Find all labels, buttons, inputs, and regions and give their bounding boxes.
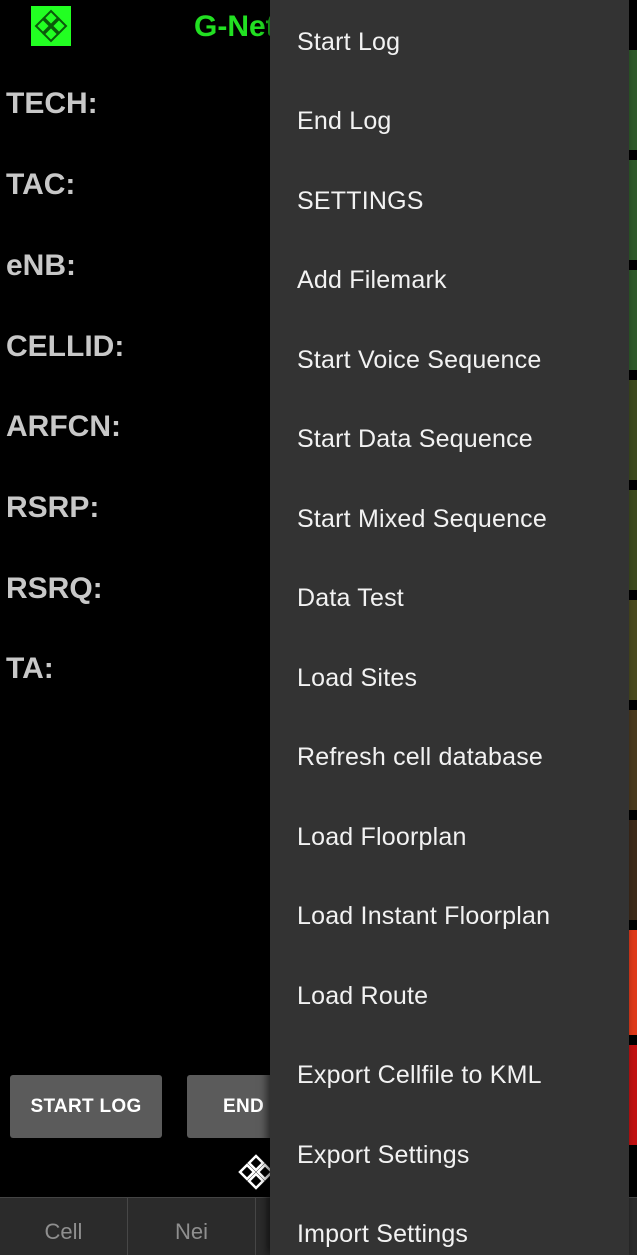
menu-item-refresh-cell-database[interactable]: Refresh cell database [297,743,543,772]
field-label-arfcn: ARFCN: [6,410,121,443]
field-label-rsrq: RSRQ: [6,572,103,605]
edge-strip [629,160,637,260]
menu-item-start-log[interactable]: Start Log [297,28,400,57]
start-log-button[interactable]: START LOG [10,1075,162,1138]
tab-cell[interactable]: Cell [0,1198,128,1255]
app-logo-icon [31,6,71,46]
field-label-enb: eNB: [6,249,77,282]
edge-strip [629,710,637,810]
menu-item-load-floorplan[interactable]: Load Floorplan [297,823,467,852]
edge-strip [629,1045,637,1145]
menu-item-add-filemark[interactable]: Add Filemark [297,266,447,295]
menu-item-export-cellfile-to-kml[interactable]: Export Cellfile to KML [297,1061,542,1090]
menu-item-start-voice-sequence[interactable]: Start Voice Sequence [297,346,541,375]
field-label-rsrp: RSRP: [6,491,100,524]
menu-item-export-settings[interactable]: Export Settings [297,1141,470,1170]
edge-strip [629,490,637,590]
tab-nei[interactable]: Nei [128,1198,256,1255]
edge-strip [629,380,637,480]
menu-item-settings[interactable]: SETTINGS [297,187,424,216]
edge-strip [629,930,637,1035]
overflow-menu: Start Log End Log SETTINGS Add Filemark … [270,0,629,1255]
menu-item-start-data-sequence[interactable]: Start Data Sequence [297,425,533,454]
menu-item-load-sites[interactable]: Load Sites [297,664,417,693]
menu-item-data-test[interactable]: Data Test [297,584,404,613]
menu-item-import-settings[interactable]: Import Settings [297,1220,468,1249]
menu-item-load-route[interactable]: Load Route [297,982,428,1011]
app-title: G-Net [194,10,276,43]
field-label-ta: TA: [6,652,54,685]
field-label-cellid: CELLID: [6,330,125,363]
menu-item-start-mixed-sequence[interactable]: Start Mixed Sequence [297,505,547,534]
field-label-tac: TAC: [6,168,76,201]
edge-strip [629,600,637,700]
field-label-tech: TECH: [6,87,98,120]
edge-strip [629,820,637,920]
edge-strip [629,50,637,150]
edge-strip [629,270,637,370]
menu-item-end-log[interactable]: End Log [297,107,392,136]
menu-item-load-instant-floorplan[interactable]: Load Instant Floorplan [297,902,550,931]
